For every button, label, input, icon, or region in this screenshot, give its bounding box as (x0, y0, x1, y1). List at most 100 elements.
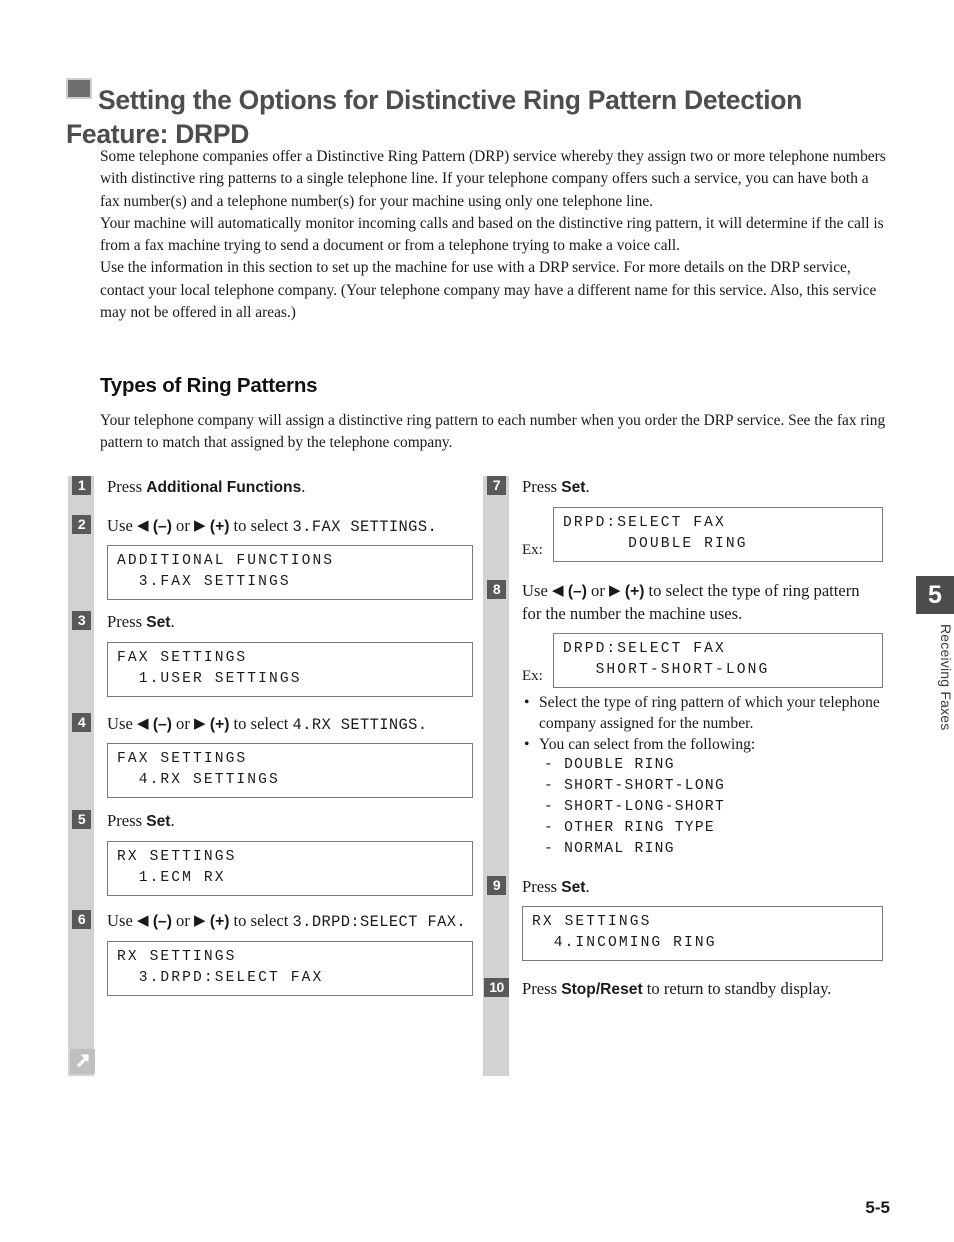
lcd-literal: 3.FAX SETTINGS (292, 517, 428, 536)
lcd-screen: RX SETTINGS 4.INCOMING RING (522, 906, 883, 962)
step-item: 10 Press Stop/Reset to return to standby … (483, 978, 883, 1002)
lcd-screen: RX SETTINGS 1.ECM RX (107, 840, 473, 896)
step-item: 1 Press Additional Functions. (68, 476, 473, 500)
step-instruction: Use ◀ (–) or ▶ (+) to select the type of… (522, 580, 883, 626)
left-arrow-icon: ◀ (136, 517, 149, 534)
lcd-screen: DRPD:SELECT FAX SHORT-SHORT-LONG (553, 632, 883, 688)
chapter-tab: 5 Receiving Faxes (916, 576, 954, 731)
step-number-badge: 2 (72, 514, 91, 534)
page-title: Setting the Options for Distinctive Ring… (66, 78, 866, 151)
button-name: Stop/Reset (561, 981, 643, 999)
ring-pattern-option: - SHORT-SHORT-LONG (544, 777, 726, 794)
lcd-line-1: DRPD:SELECT FAX (563, 640, 726, 657)
right-arrow-icon: ▶ (194, 517, 206, 534)
step-text-run: Use (522, 580, 552, 600)
step-text-run: Use (107, 910, 137, 930)
lcd-line-1: DRPD:SELECT FAX (563, 514, 726, 531)
lcd-literal: 3.DRPD:SELECT FAX (292, 912, 457, 931)
ring-pattern-option: - DOUBLE RING (544, 756, 675, 773)
plus-minus-label: (–) (148, 912, 172, 930)
example-label: Ex: (522, 541, 543, 558)
plus-minus-label: (+) (205, 517, 230, 535)
lcd-line-1: RX SETTINGS (117, 848, 237, 865)
lcd-screen: RX SETTINGS 3.DRPD:SELECT FAX (107, 940, 473, 996)
chapter-number: 5 (916, 576, 954, 614)
step-instruction: Press Additional Functions. (107, 476, 473, 500)
lcd-literal: . (427, 517, 438, 536)
lcd-literal: . (456, 912, 466, 931)
step-number-badge: 4 (72, 712, 91, 732)
lcd-display: RX SETTINGS 3.DRPD:SELECT FAX (107, 940, 473, 996)
step-text-run: Press (522, 477, 562, 496)
lcd-line-2: 1.ECM RX (117, 869, 226, 886)
step-text-run: or (171, 713, 195, 733)
manual-page: Setting the Options for Distinctive Ring… (0, 0, 954, 1242)
left-arrow-icon: ◀ (136, 912, 149, 929)
step-instruction: Press Set. (522, 876, 883, 900)
step-number-badge: 3 (72, 611, 91, 631)
step-instruction: Press Set. (522, 476, 883, 500)
step-instruction: Use ◀ (–) or ▶ (+) to select 4.RX SETTIN… (107, 713, 473, 737)
example-label: Ex: (522, 667, 543, 684)
step-text-run: . (170, 612, 175, 632)
step-item: 4 Use ◀ (–) or ▶ (+) to select 4.RX SETTI… (68, 712, 473, 799)
step-item: 8 Use ◀ (–) or ▶ (+) to select the type o… (483, 579, 883, 688)
step-item: 2 Use ◀ (–) or ▶ (+) to select 3.FAX SETT… (68, 514, 473, 601)
intro-paragraph-1: Some telephone companies offer a Distinc… (100, 148, 886, 210)
lcd-line-2: SHORT-SHORT-LONG (563, 661, 770, 678)
step-text-run: to return to standby display. (642, 979, 832, 999)
ring-pattern-option: - SHORT-LONG-SHORT (544, 798, 726, 815)
step-instruction: Press Stop/Reset to return to standby di… (522, 978, 883, 1002)
lcd-line-1: RX SETTINGS (532, 914, 652, 931)
plus-minus-label: (+) (205, 715, 230, 733)
chapter-label: Receiving Faxes (938, 624, 954, 731)
step-text-run: to select (229, 515, 293, 535)
step-text-run: Use (107, 515, 137, 535)
step-text-run: or (171, 515, 195, 535)
button-name: Set (146, 813, 171, 831)
note-bullet: You can select from the following: (522, 734, 883, 755)
lcd-display: FAX SETTINGS 1.USER SETTINGS (107, 641, 473, 697)
lcd-display: Ex: DRPD:SELECT FAX DOUBLE RING (522, 506, 883, 562)
step-text-run: Press (107, 811, 147, 831)
note-bullet: Select the type of ring pattern of which… (522, 692, 883, 734)
step-number-badge: 10 (484, 978, 509, 998)
lcd-screen: FAX SETTINGS 1.USER SETTINGS (107, 641, 473, 697)
intro-paragraph-2: Your machine will automatically monitor … (100, 214, 884, 255)
lcd-line-2: 3.DRPD:SELECT FAX (117, 969, 324, 986)
step-text-run: Press (522, 876, 562, 896)
step-text-run: Press (107, 612, 147, 632)
filled-square-icon (66, 78, 92, 99)
lcd-screen: FAX SETTINGS 4.RX SETTINGS (107, 743, 473, 799)
step-item: 6 Use ◀ (–) or ▶ (+) to select 3.DRPD:SEL… (68, 909, 473, 996)
left-arrow-icon: ◀ (551, 582, 564, 599)
step-number-badge: 8 (487, 579, 506, 599)
right-arrow-icon: ▶ (609, 582, 621, 599)
step-instruction: Press Set. (107, 611, 473, 635)
step-list-left: 1 Press Additional Functions. 2 Use ◀ (–) o… (68, 476, 473, 996)
right-arrow-icon: ▶ (194, 715, 206, 732)
step-item: 7 Press Set. Ex: DRPD:SELECT FAX DOUBLE RIN… (483, 476, 883, 562)
page-title-text: Setting the Options for Distinctive Ring… (66, 85, 803, 149)
diagonal-arrow-up-right-icon (70, 1049, 95, 1074)
lcd-display: ADDITIONAL FUNCTIONS 3.FAX SETTINGS (107, 545, 473, 601)
steps-column-right: 7 Press Set. Ex: DRPD:SELECT FAX DOUBLE RIN… (483, 476, 883, 1076)
step-number-badge: 5 (72, 810, 91, 830)
steps-column-left: 1 Press Additional Functions. 2 Use ◀ (–) o… (68, 476, 473, 1076)
step-text-run: to select (229, 910, 293, 930)
lcd-display: FAX SETTINGS 4.RX SETTINGS (107, 743, 473, 799)
button-name: Set (561, 479, 586, 496)
lcd-screen: ADDITIONAL FUNCTIONS 3.FAX SETTINGS (107, 545, 473, 601)
plus-minus-label: (–) (148, 715, 172, 733)
ring-pattern-option: - NORMAL RING (544, 840, 675, 857)
page-number: 5-5 (865, 1198, 890, 1217)
ring-pattern-notes: Select the type of ring pattern of which… (483, 692, 883, 860)
lcd-display: RX SETTINGS 1.ECM RX (107, 840, 473, 896)
step-text-run: . (301, 477, 306, 496)
section-body: Your telephone company will assign a dis… (100, 410, 886, 455)
section-paragraph-1: Your telephone company will assign a dis… (100, 412, 886, 452)
lcd-line-1: FAX SETTINGS (117, 649, 248, 666)
lcd-line-2: 4.INCOMING RING (532, 935, 717, 952)
step-item: 3 Press Set. FAX SETTINGS 1.USER SETTINGS (68, 611, 473, 697)
plus-minus-label: (+) (620, 582, 645, 600)
